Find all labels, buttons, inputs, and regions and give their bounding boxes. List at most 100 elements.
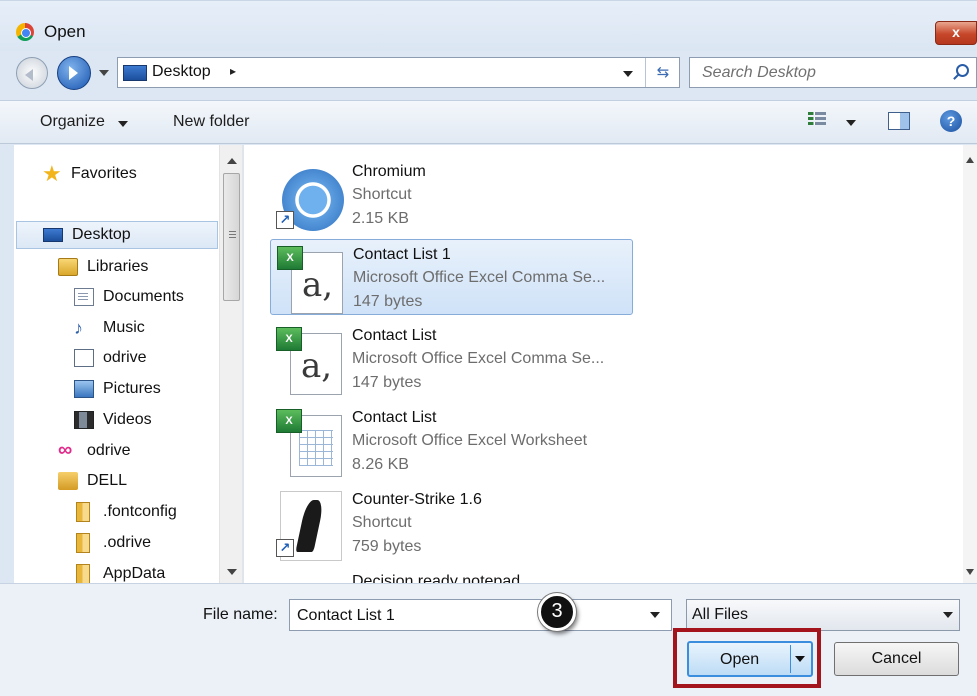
scroll-down-icon[interactable]	[966, 569, 974, 579]
user-folder-icon	[58, 472, 78, 490]
file-item-contact-list-1[interactable]: a, X Contact List 1 Microsoft Office Exc…	[270, 239, 633, 315]
sidebar-item-label: Music	[103, 319, 145, 336]
excel-badge-icon: X	[277, 246, 303, 270]
file-name: Contact List	[352, 327, 437, 344]
file-size: 8.26 KB	[352, 456, 409, 473]
folder-icon	[76, 533, 90, 553]
shortcut-arrow-icon: ↗	[276, 539, 294, 557]
address-location[interactable]: Desktop	[152, 63, 211, 81]
file-name: Counter-Strike 1.6	[352, 491, 482, 508]
file-type-select[interactable]: All Files	[686, 599, 960, 631]
breadcrumb-chevron-icon[interactable]: ▸	[230, 64, 236, 78]
scroll-down-icon[interactable]	[227, 569, 237, 580]
file-item-contact-list-csv[interactable]: a, X Contact List Microsoft Office Excel…	[270, 321, 633, 397]
sidebar-item-odrive[interactable]: ∞ odrive	[58, 437, 131, 465]
file-name: Decision ready notepad	[352, 573, 521, 583]
documents-icon	[74, 288, 94, 306]
file-type: Shortcut	[352, 514, 412, 531]
file-item-contact-list-xlsx[interactable]: X Contact List Microsoft Office Excel Wo…	[270, 403, 633, 479]
star-icon: ★	[42, 161, 62, 186]
file-type: Microsoft Office Excel Worksheet	[352, 432, 588, 449]
excel-worksheet-icon: X	[276, 409, 342, 477]
file-size: 147 bytes	[353, 293, 423, 310]
sidebar-item-favorites[interactable]: ★ Favorites	[42, 160, 137, 188]
search-input[interactable]: Search Desktop	[689, 57, 977, 88]
file-item-chromium[interactable]: ↗ Chromium Shortcut 2.15 KB	[270, 157, 633, 233]
preview-pane-icon[interactable]	[888, 112, 910, 130]
search-icon[interactable]	[956, 64, 969, 77]
scrollbar-thumb[interactable]	[223, 173, 240, 301]
csv-file-icon: a, X	[276, 327, 342, 395]
navigation-scrollbar[interactable]	[219, 145, 242, 583]
sidebar-item-pictures[interactable]: Pictures	[74, 375, 161, 403]
close-button[interactable]: x	[935, 21, 977, 45]
sidebar-item-label: Libraries	[87, 258, 149, 275]
file-type: Microsoft Office Excel Comma Se...	[352, 350, 605, 367]
sidebar-item-documents[interactable]: Documents	[74, 283, 184, 311]
desktop-icon	[123, 65, 147, 81]
csv-file-icon: a, X	[277, 246, 343, 314]
scroll-up-icon[interactable]	[966, 153, 974, 163]
chevron-down-icon[interactable]	[118, 121, 128, 132]
sidebar-item-odrive-library[interactable]: odrive	[74, 344, 147, 372]
organize-button[interactable]: Organize	[40, 113, 105, 131]
sidebar-item-desktop[interactable]: Desktop	[16, 221, 218, 249]
sidebar-item-label: .fontconfig	[103, 503, 177, 520]
file-list-scrollbar[interactable]	[963, 145, 977, 583]
excel-badge-icon: X	[276, 327, 302, 351]
search-placeholder: Search Desktop	[702, 64, 816, 81]
scroll-up-icon[interactable]	[227, 153, 237, 164]
sidebar-item-label: Favorites	[71, 165, 137, 182]
sidebar-item-label: odrive	[103, 349, 147, 366]
open-button[interactable]: Open	[687, 641, 813, 677]
sidebar-item-videos[interactable]: Videos	[74, 406, 152, 434]
navigation-pane: ★ Favorites Desktop Libraries Documents …	[14, 145, 242, 584]
sidebar-item-libraries[interactable]: Libraries	[58, 253, 148, 281]
file-item-decision-notepad[interactable]: Decision ready notepad	[270, 567, 633, 583]
file-name: Contact List	[352, 409, 437, 426]
music-icon: ♪	[74, 318, 83, 338]
csv-glyph-icon: a,	[302, 265, 334, 305]
step-badge: 3	[538, 593, 576, 631]
view-options-dropdown[interactable]	[846, 120, 856, 131]
odrive-infinity-icon: ∞	[58, 439, 73, 461]
desktop-icon	[43, 228, 63, 242]
libraries-icon	[58, 258, 78, 276]
open-options-dropdown-icon[interactable]	[795, 656, 805, 667]
excel-badge-icon: X	[276, 409, 302, 433]
back-button[interactable]	[16, 57, 48, 89]
sidebar-item-dell[interactable]: DELL	[58, 467, 127, 495]
grip-icon	[229, 231, 236, 240]
file-name-label: File name:	[203, 606, 278, 623]
sidebar-item-label: Documents	[103, 288, 184, 305]
file-size: 147 bytes	[352, 374, 422, 391]
address-dropdown-icon[interactable]	[623, 71, 633, 82]
address-bar[interactable]: Desktop ▸ ⇆	[117, 57, 680, 88]
file-item-counter-strike[interactable]: ↗ Counter-Strike 1.6 Shortcut 759 bytes	[270, 485, 633, 561]
refresh-button[interactable]: ⇆	[645, 58, 680, 87]
file-list: ↗ Chromium Shortcut 2.15 KB a, X Contact…	[243, 145, 963, 583]
new-folder-button[interactable]: New folder	[173, 113, 249, 131]
split-divider	[790, 645, 791, 673]
change-view-icon[interactable]	[808, 112, 826, 130]
sidebar-item-label: Videos	[103, 411, 152, 428]
chromium-icon: ↗	[276, 163, 344, 231]
file-size: 2.15 KB	[352, 210, 409, 227]
cancel-button[interactable]: Cancel	[834, 642, 959, 676]
sidebar-item-odrive-folder[interactable]: .odrive	[76, 529, 151, 557]
chrome-icon	[16, 23, 34, 41]
chevron-down-icon[interactable]	[943, 612, 953, 623]
recent-locations-dropdown[interactable]	[99, 70, 109, 81]
odrive-library-icon	[74, 349, 94, 367]
forward-button[interactable]	[57, 56, 91, 90]
sidebar-item-label: .odrive	[103, 534, 152, 551]
sidebar-item-label: odrive	[87, 442, 131, 459]
title-bar: Open x	[0, 1, 977, 51]
sidebar-item-fontconfig[interactable]: .fontconfig	[76, 498, 177, 526]
file-name-dropdown-icon[interactable]	[650, 612, 660, 623]
open-dialog: Open x Desktop ▸ ⇆ Search Desktop Organi…	[0, 0, 977, 696]
help-icon[interactable]: ?	[940, 110, 962, 132]
sidebar-item-music[interactable]: ♪ Music	[74, 314, 145, 342]
file-name-input[interactable]: Contact List 1	[289, 599, 672, 631]
folder-icon	[76, 502, 90, 522]
